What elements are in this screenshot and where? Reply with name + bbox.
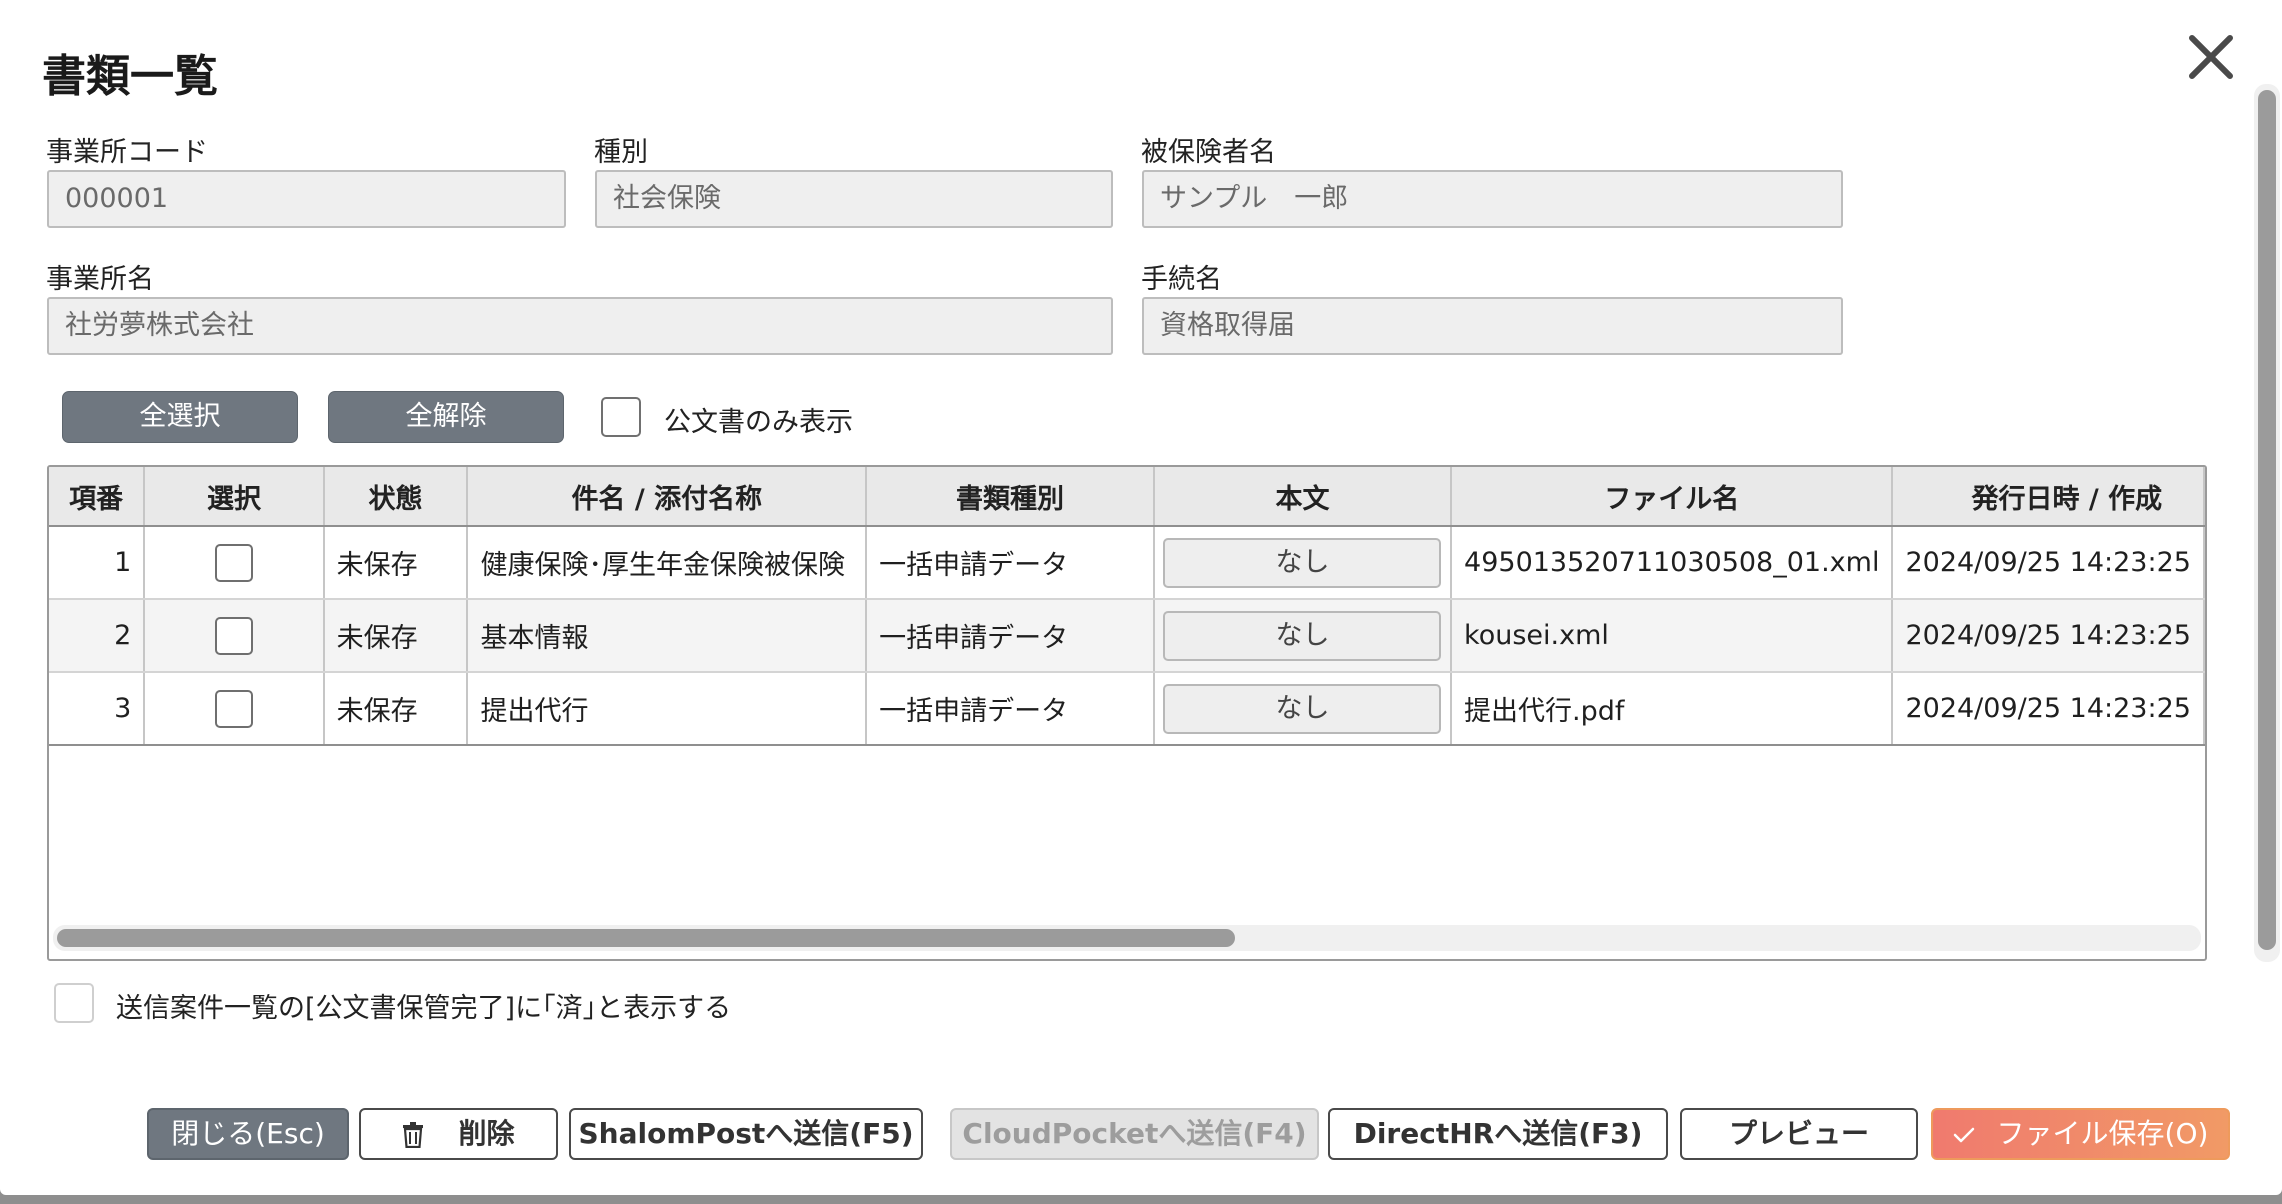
procedure-name-field[interactable]: 資格取得届 bbox=[1142, 297, 1843, 355]
office-code-label: 事業所コード bbox=[46, 137, 208, 168]
row-file-name: 495013520711030508_01.xml bbox=[1451, 526, 1894, 600]
vertical-scrollbar[interactable] bbox=[2254, 84, 2280, 962]
row-status: 未保存 bbox=[323, 672, 469, 746]
row-doc-type: 一括申請データ bbox=[866, 672, 1155, 746]
row-body-cell: なし bbox=[1153, 672, 1453, 746]
col-header-number[interactable]: 項番 bbox=[49, 467, 146, 527]
row-status: 未保存 bbox=[323, 526, 469, 600]
save-file-button[interactable]: ファイル保存(O) bbox=[1931, 1108, 2230, 1160]
row-body-button[interactable]: なし bbox=[1163, 683, 1442, 734]
save-file-label: ファイル保存(O) bbox=[1996, 1117, 2209, 1150]
dialog-title: 書類一覧 bbox=[42, 51, 218, 102]
table-row[interactable]: 2 未保存 基本情報 一括申請データ なし kousei.xml 2024/09… bbox=[49, 599, 2205, 673]
table-header-row: 項番 選択 状態 件名 / 添付名称 書類種別 本文 ファイル名 発行日時 / … bbox=[49, 467, 2205, 527]
row-select-cell bbox=[144, 599, 325, 673]
col-header-issued-date[interactable]: 発行日時 / 作成 bbox=[1892, 467, 2205, 527]
col-header-status[interactable]: 状態 bbox=[323, 467, 469, 527]
close-icon[interactable] bbox=[2186, 32, 2236, 82]
col-header-doc-type[interactable]: 書類種別 bbox=[866, 467, 1155, 527]
row-subject: 提出代行 bbox=[467, 672, 868, 746]
preview-button[interactable]: プレビュー bbox=[1680, 1108, 1918, 1160]
send-cloudpocket-button[interactable]: CloudPocketへ送信(F4) bbox=[950, 1108, 1319, 1160]
kind-field[interactable]: 社会保険 bbox=[595, 170, 1113, 228]
row-select-checkbox[interactable] bbox=[214, 543, 253, 582]
insured-name-label: 被保険者名 bbox=[1141, 137, 1276, 168]
row-select-cell bbox=[144, 526, 325, 600]
office-name-label: 事業所名 bbox=[46, 264, 154, 295]
kind-label: 種別 bbox=[594, 137, 648, 168]
row-doc-type: 一括申請データ bbox=[866, 599, 1155, 673]
row-doc-type: 一括申請データ bbox=[866, 526, 1155, 600]
row-number: 2 bbox=[49, 599, 146, 673]
row-select-checkbox[interactable] bbox=[214, 616, 253, 655]
row-number: 3 bbox=[49, 672, 146, 746]
row-issued-date: 2024/09/25 14:23:25 bbox=[1892, 599, 2205, 673]
row-body-cell: なし bbox=[1153, 526, 1453, 600]
show-done-checkbox[interactable] bbox=[54, 983, 94, 1023]
official-only-label: 公文書のみ表示 bbox=[664, 407, 853, 438]
table-row[interactable]: 1 未保存 健康保険･厚生年金保険被保険 一括申請データ なし 49501352… bbox=[49, 526, 2205, 600]
row-issued-date: 2024/09/25 14:23:25 bbox=[1892, 672, 2205, 746]
document-list-dialog: 書類一覧 事業所コード 000001 種別 社会保険 被保険者名 サンプル 一郎… bbox=[0, 0, 2282, 1195]
official-only-checkbox[interactable] bbox=[601, 397, 641, 437]
close-button[interactable]: 閉じる(Esc) bbox=[147, 1108, 349, 1160]
office-code-field[interactable]: 000001 bbox=[47, 170, 566, 228]
table-row[interactable]: 3 未保存 提出代行 一括申請データ なし 提出代行.pdf 2024/09/2… bbox=[49, 672, 2205, 746]
trash-icon bbox=[402, 1110, 424, 1158]
col-header-subject[interactable]: 件名 / 添付名称 bbox=[467, 467, 868, 527]
row-select-cell bbox=[144, 672, 325, 746]
document-table: 項番 選択 状態 件名 / 添付名称 書類種別 本文 ファイル名 発行日時 / … bbox=[47, 465, 2207, 961]
row-status: 未保存 bbox=[323, 599, 469, 673]
row-select-checkbox[interactable] bbox=[214, 689, 253, 728]
procedure-name-label: 手続名 bbox=[1141, 264, 1222, 295]
row-body-button[interactable]: なし bbox=[1163, 537, 1442, 588]
select-all-button[interactable]: 全選択 bbox=[62, 391, 298, 443]
send-directhr-button[interactable]: DirectHRへ送信(F3) bbox=[1328, 1108, 1668, 1160]
delete-button[interactable]: 削除 bbox=[359, 1108, 558, 1160]
office-name-field[interactable]: 社労夢株式会社 bbox=[47, 297, 1113, 355]
deselect-all-button[interactable]: 全解除 bbox=[328, 391, 564, 443]
send-shalompost-button[interactable]: ShalomPostへ送信(F5) bbox=[569, 1108, 923, 1160]
row-body-button[interactable]: なし bbox=[1163, 610, 1442, 661]
insured-name-field[interactable]: サンプル 一郎 bbox=[1142, 170, 1843, 228]
delete-label: 削除 bbox=[458, 1117, 515, 1150]
row-file-name: 提出代行.pdf bbox=[1451, 672, 1894, 746]
check-icon bbox=[1953, 1110, 1975, 1158]
show-done-label: 送信案件一覧の[公文書保管完了]に｢済｣と表示する bbox=[116, 993, 732, 1024]
row-file-name: kousei.xml bbox=[1451, 599, 1894, 673]
row-body-cell: なし bbox=[1153, 599, 1453, 673]
row-number: 1 bbox=[49, 526, 146, 600]
row-subject: 基本情報 bbox=[467, 599, 868, 673]
horizontal-scrollbar[interactable] bbox=[53, 925, 2201, 951]
col-header-file-name[interactable]: ファイル名 bbox=[1451, 467, 1894, 527]
row-issued-date: 2024/09/25 14:23:25 bbox=[1892, 526, 2205, 600]
col-header-body[interactable]: 本文 bbox=[1153, 467, 1453, 527]
col-header-select[interactable]: 選択 bbox=[144, 467, 325, 527]
row-subject: 健康保険･厚生年金保険被保険 bbox=[467, 526, 868, 600]
